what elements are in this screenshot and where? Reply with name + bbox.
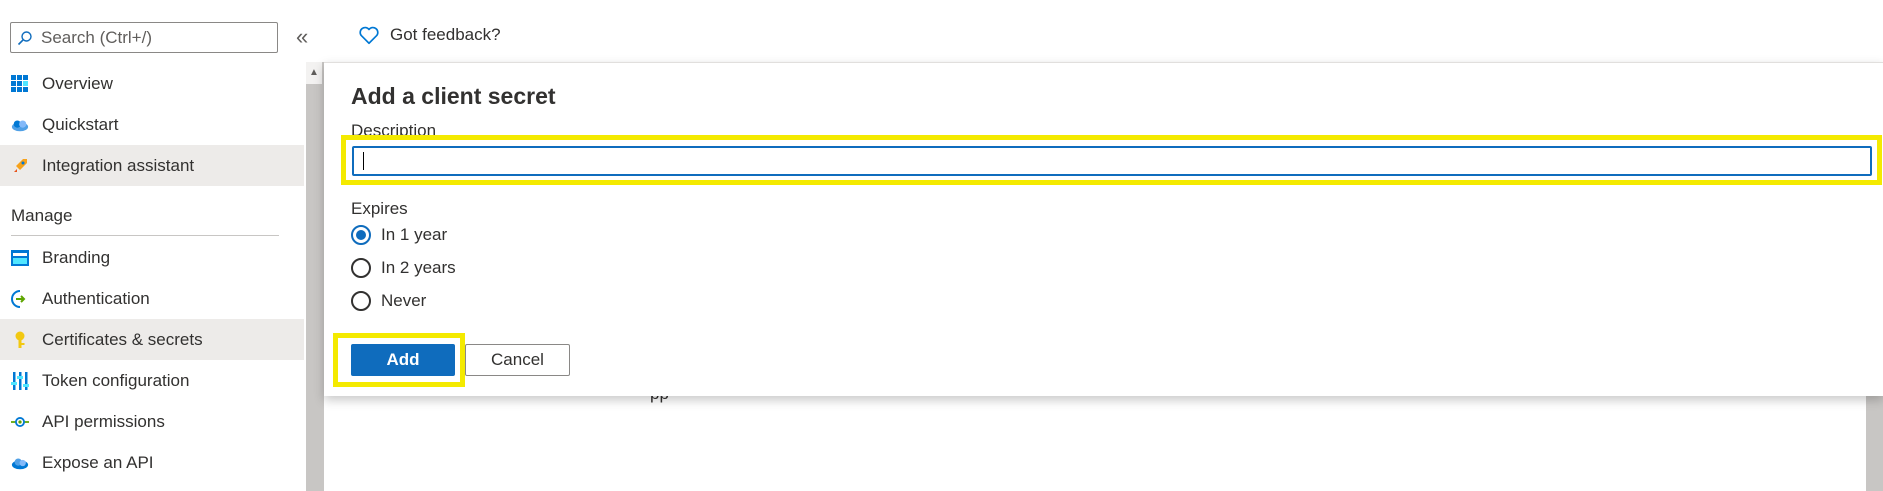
cancel-button[interactable]: Cancel bbox=[465, 344, 570, 376]
sidebar-item-overview[interactable]: Overview bbox=[0, 63, 304, 104]
authentication-icon bbox=[11, 289, 29, 308]
panel-title: Add a client secret bbox=[351, 83, 556, 109]
add-button[interactable]: Add bbox=[351, 344, 455, 376]
add-client-secret-panel: Add a client secret Description Expires … bbox=[324, 62, 1883, 396]
sidebar: Overview Quickstart Integration assistan… bbox=[0, 0, 306, 491]
sidebar-item-token-configuration[interactable]: Token configuration bbox=[0, 360, 304, 401]
section-divider bbox=[11, 235, 279, 236]
sidebar-item-label: Quickstart bbox=[42, 114, 119, 134]
expires-label: Expires bbox=[351, 199, 408, 218]
text-cursor bbox=[363, 152, 364, 170]
sidebar-item-label: Overview bbox=[42, 73, 113, 93]
heart-icon bbox=[359, 26, 379, 45]
feedback-button[interactable]: Got feedback? bbox=[358, 24, 501, 46]
feedback-label: Got feedback? bbox=[390, 25, 501, 44]
search-box[interactable] bbox=[10, 22, 278, 53]
sidebar-item-branding[interactable]: Branding bbox=[0, 237, 304, 278]
radio-button-checked[interactable] bbox=[351, 225, 371, 245]
radio-label: Never bbox=[381, 291, 427, 310]
radio-option-never[interactable]: Never bbox=[351, 291, 426, 311]
radio-label: In 2 years bbox=[381, 258, 456, 277]
description-input[interactable] bbox=[352, 146, 1872, 176]
sidebar-item-label: Certificates & secrets bbox=[42, 329, 203, 349]
sidebar-item-label: Integration assistant bbox=[42, 155, 195, 175]
sidebar-item-certificates-secrets[interactable]: Certificates & secrets bbox=[0, 319, 304, 360]
sidebar-item-label: API permissions bbox=[42, 411, 165, 431]
sidebar-item-authentication[interactable]: Authentication bbox=[0, 278, 304, 319]
sidebar-item-label: Token configuration bbox=[42, 370, 190, 390]
sidebar-item-label: Authentication bbox=[42, 288, 150, 308]
sidebar-item-api-permissions[interactable]: API permissions bbox=[0, 401, 304, 442]
grid-icon bbox=[11, 74, 29, 93]
sidebar-item-label: Branding bbox=[42, 247, 111, 267]
radio-option-2-years[interactable]: In 2 years bbox=[351, 258, 456, 278]
radio-label: In 1 year bbox=[381, 225, 448, 244]
sidebar-scrollbar[interactable] bbox=[306, 62, 322, 491]
search-input[interactable] bbox=[39, 26, 273, 49]
radio-button[interactable] bbox=[351, 291, 371, 311]
key-icon bbox=[11, 331, 29, 349]
scroll-up-arrow-icon[interactable]: ▲ bbox=[306, 62, 322, 84]
expose-api-icon bbox=[11, 454, 29, 472]
token-icon bbox=[11, 371, 29, 390]
sidebar-item-integration-assistant[interactable]: Integration assistant bbox=[0, 145, 304, 186]
section-title-manage: Manage bbox=[11, 206, 73, 225]
sidebar-item-quickstart[interactable]: Quickstart bbox=[0, 104, 304, 145]
cloud-icon bbox=[11, 116, 29, 134]
radio-button[interactable] bbox=[351, 258, 371, 278]
search-icon bbox=[17, 30, 32, 45]
rocket-icon bbox=[11, 157, 29, 175]
collapse-sidebar-button[interactable]: « bbox=[296, 26, 308, 48]
sidebar-item-expose-an-api[interactable]: Expose an API bbox=[0, 442, 304, 483]
api-permissions-icon bbox=[11, 413, 29, 431]
radio-option-1-year[interactable]: In 1 year bbox=[351, 225, 447, 245]
branding-icon bbox=[11, 249, 29, 267]
sidebar-item-label: Expose an API bbox=[42, 452, 154, 472]
